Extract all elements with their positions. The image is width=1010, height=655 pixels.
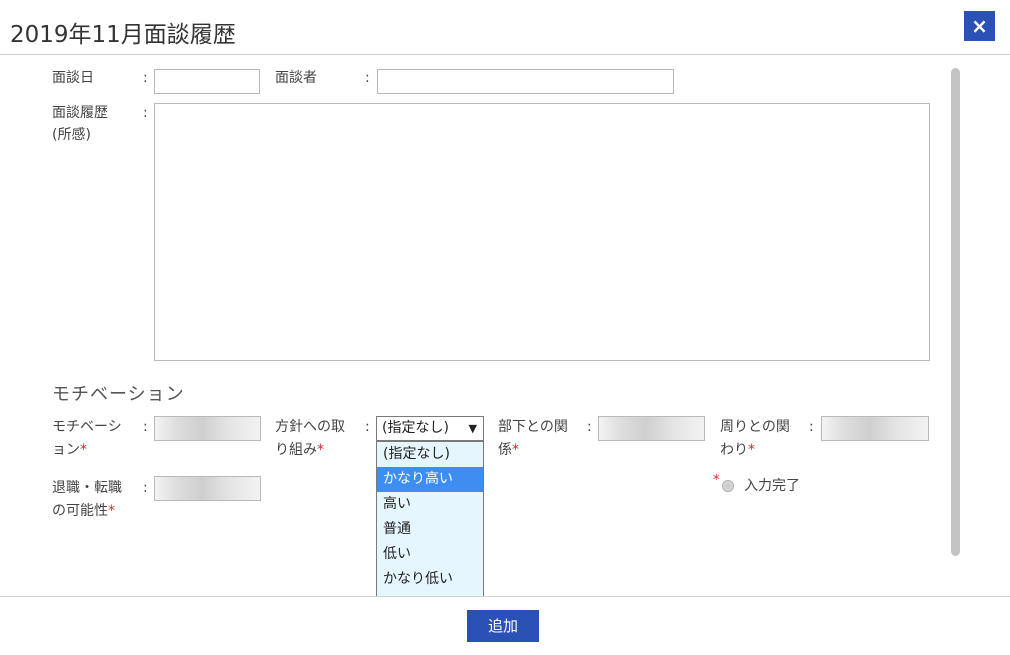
interviewer-label: 面談者 bbox=[275, 70, 317, 86]
subordinate-label-line2: 係* bbox=[498, 442, 519, 458]
policy-label-line2: り組み* bbox=[275, 442, 324, 458]
policy-label-line1: 方針への取 bbox=[275, 419, 345, 435]
footer-divider bbox=[0, 596, 1010, 597]
policy-colon: : bbox=[365, 419, 370, 435]
subordinate-select[interactable] bbox=[598, 416, 705, 441]
history-textarea[interactable] bbox=[154, 103, 930, 361]
policy-option[interactable]: 低い bbox=[377, 542, 483, 567]
surroundings-colon: : bbox=[809, 419, 814, 435]
turnover-select[interactable] bbox=[154, 476, 261, 501]
policy-option[interactable]: 普通 bbox=[377, 517, 483, 542]
interview-date-input[interactable] bbox=[154, 69, 260, 94]
required-mark: * bbox=[317, 442, 324, 458]
motivation-section-title: モチベーション bbox=[52, 384, 185, 405]
required-mark: * bbox=[512, 442, 519, 458]
motivation-label-line1: モチベーシ bbox=[52, 419, 122, 435]
dialog-title: 2019年11月面談履歴 bbox=[10, 22, 236, 48]
interview-date-colon: : bbox=[143, 70, 148, 86]
history-label-line1: 面談履歴 bbox=[52, 105, 108, 121]
header-divider bbox=[0, 54, 1010, 55]
subordinate-colon: : bbox=[587, 419, 592, 435]
policy-dropdown-list: (指定なし) かなり高い 高い 普通 低い かなり低い bbox=[376, 441, 484, 597]
turnover-label-line2: の可能性* bbox=[52, 503, 115, 519]
turnover-label-line1: 退職・転職 bbox=[52, 480, 122, 496]
chevron-down-icon: ▼ bbox=[468, 422, 477, 435]
history-colon: : bbox=[143, 105, 148, 121]
required-mark: * bbox=[80, 442, 87, 458]
add-button[interactable]: 追加 bbox=[467, 610, 539, 642]
vertical-scrollbar[interactable] bbox=[951, 68, 960, 556]
interviewer-colon: : bbox=[365, 70, 370, 86]
surroundings-label-line2: わり* bbox=[720, 442, 755, 458]
policy-option[interactable]: (指定なし) bbox=[377, 442, 483, 467]
close-button[interactable]: × bbox=[964, 11, 995, 41]
required-mark: * bbox=[748, 442, 755, 458]
surroundings-label-line1: 周りとの関 bbox=[720, 419, 790, 435]
policy-select[interactable]: (指定なし) ▼ bbox=[376, 416, 484, 441]
required-mark: * bbox=[713, 473, 720, 488]
required-mark: * bbox=[108, 503, 115, 519]
motivation-label-line2: ョン* bbox=[52, 442, 87, 458]
close-icon: × bbox=[971, 14, 988, 38]
motivation-select[interactable] bbox=[154, 416, 261, 441]
motivation-colon: : bbox=[143, 419, 148, 435]
history-label-line2: (所感) bbox=[52, 127, 91, 143]
policy-option-highlighted[interactable]: かなり高い bbox=[377, 467, 483, 492]
turnover-colon: : bbox=[143, 480, 148, 496]
input-complete-label: 入力完了 bbox=[744, 478, 800, 494]
interview-date-label: 面談日 bbox=[52, 70, 94, 86]
subordinate-label-line1: 部下との関 bbox=[498, 419, 568, 435]
policy-select-value: (指定なし) bbox=[382, 420, 449, 436]
input-complete-radio[interactable] bbox=[722, 480, 734, 492]
policy-option[interactable]: 高い bbox=[377, 492, 483, 517]
interviewer-input[interactable] bbox=[377, 69, 674, 94]
policy-option[interactable]: かなり低い bbox=[377, 567, 483, 592]
surroundings-select[interactable] bbox=[821, 416, 929, 441]
